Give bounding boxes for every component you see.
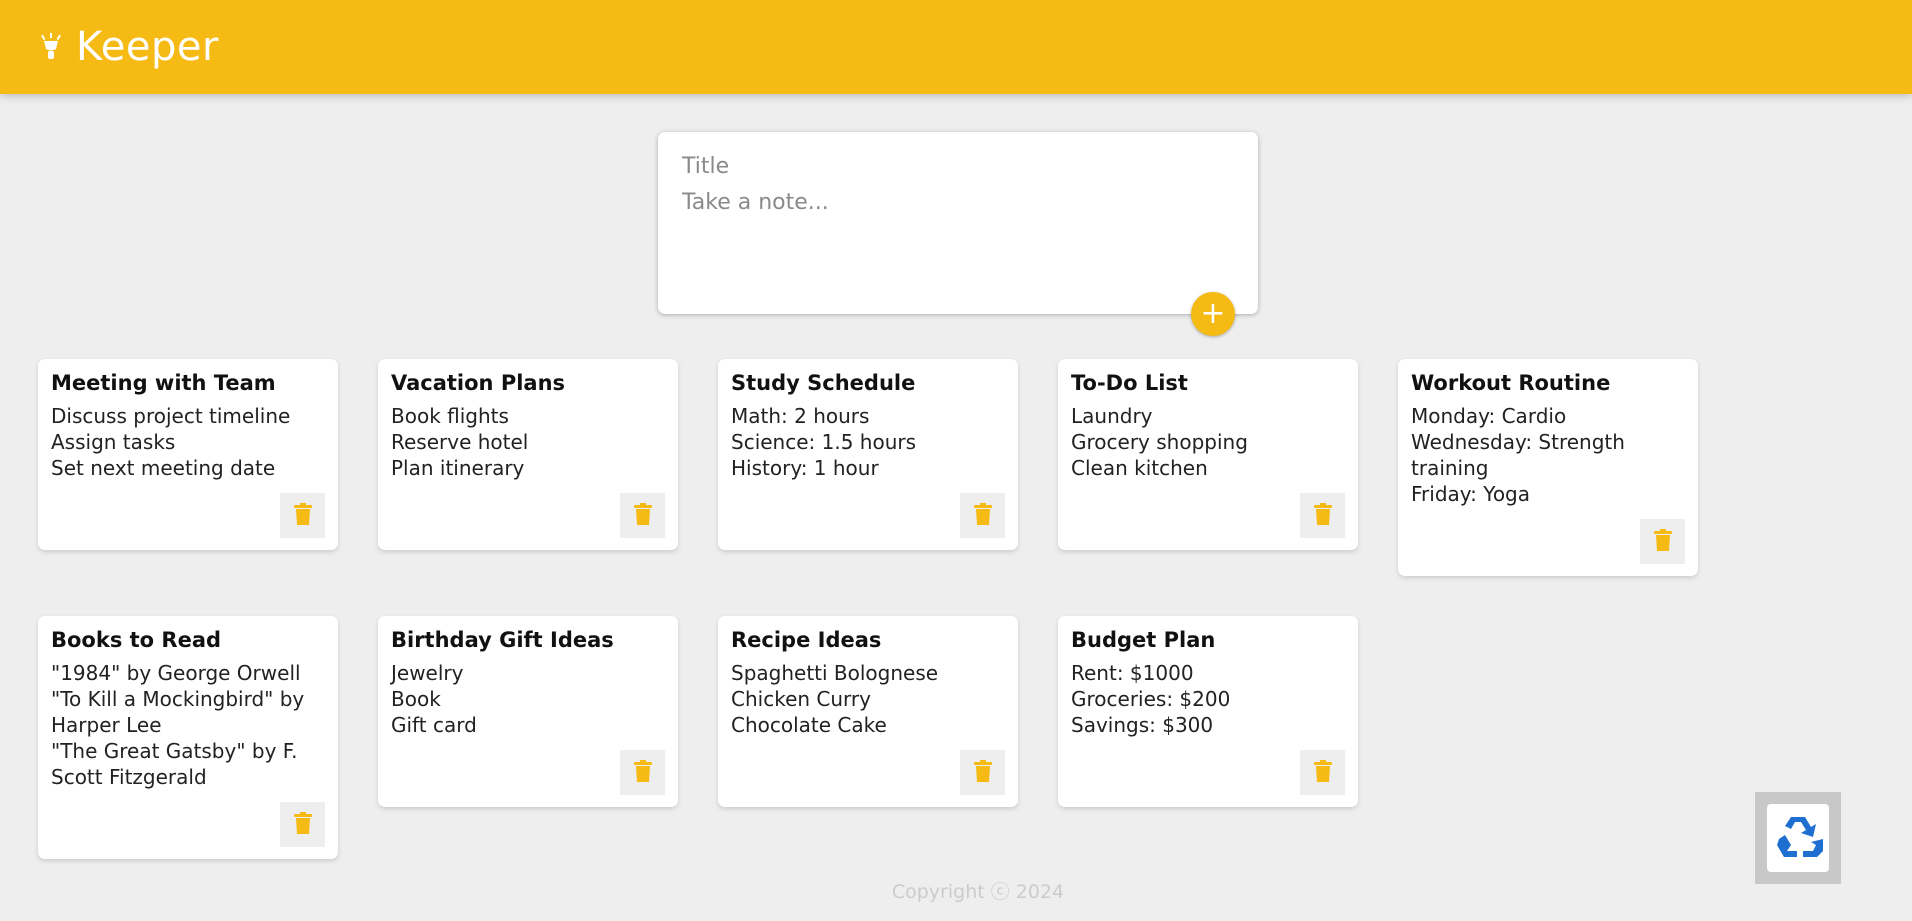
note-line: Jewelry (391, 661, 464, 685)
note-card: Study Schedule Math: 2 hours Science: 1.5 … (718, 359, 1018, 550)
trash-icon (1313, 760, 1332, 785)
note-title: To-Do List (1071, 371, 1188, 395)
note-card: Workout Routine Monday: Cardio Wednesday: … (1398, 359, 1698, 576)
note-line: "1984" by George Orwell (51, 661, 301, 685)
delete-note-button[interactable] (960, 493, 1005, 538)
delete-note-button[interactable] (1640, 519, 1685, 564)
note-title: Books to Read (51, 628, 222, 652)
note-card: Birthday Gift Ideas Jewelry Book Gift card (378, 616, 678, 807)
note-card: Meeting with Team Discuss project timelin… (38, 359, 338, 550)
note-line: Grocery shopping (1071, 430, 1248, 454)
recycle-icon-box[interactable] (1767, 804, 1829, 872)
recycle-icon (1777, 817, 1823, 857)
trash-icon (293, 812, 312, 837)
note-line: Groceries: $200 (1071, 687, 1231, 711)
note-card: Budget Plan Rent: $1000 Groceries: $200 Sav… (1058, 616, 1358, 807)
lightbulb-icon (40, 31, 64, 63)
delete-note-button[interactable] (960, 750, 1005, 795)
note-title: Budget Plan (1071, 628, 1216, 652)
note-line: Friday: Yoga (1411, 482, 1531, 506)
trash-icon (633, 760, 652, 785)
note-line: "The Great Gatsby" by F. Scott Fitzgeral… (51, 739, 298, 789)
note-line: Laundry (1071, 404, 1153, 428)
note-line: Reserve hotel (391, 430, 529, 454)
note-line: History: 1 hour (731, 456, 879, 480)
delete-note-button[interactable] (280, 802, 325, 847)
trash-icon (293, 503, 312, 528)
note-line: Clean kitchen (1071, 456, 1208, 480)
trash-icon (1313, 503, 1332, 528)
note-title: Vacation Plans (391, 371, 566, 395)
note-line: Gift card (391, 713, 477, 737)
note-title: Workout Routine (1411, 371, 1611, 395)
note-title: Birthday Gift Ideas (391, 628, 614, 652)
copyright-text: Copyright ⓒ 2024 (891, 881, 1065, 903)
note-line: Savings: $300 (1071, 713, 1214, 737)
trash-icon (1653, 529, 1672, 554)
note-line: Math: 2 hours (731, 404, 870, 428)
trash-icon (973, 760, 992, 785)
note-line: Book flights (391, 404, 509, 428)
note-card: Vacation Plans Book flights Reserve hotel P… (378, 359, 678, 550)
notes-grid: Meeting with Team Discuss project timelin… (38, 359, 1758, 859)
note-line: Set next meeting date (51, 456, 276, 480)
recycle-widget[interactable] (1755, 792, 1841, 884)
note-card: To-Do List Laundry Grocery shopping Clean k… (1058, 359, 1358, 550)
trash-icon (633, 503, 652, 528)
note-line: Rent: $1000 (1071, 661, 1194, 685)
create-note-form (658, 132, 1258, 314)
note-line: Assign tasks (51, 430, 176, 454)
note-content-input[interactable] (682, 190, 1234, 290)
add-note-button[interactable]: + (1191, 292, 1235, 336)
trash-icon (973, 503, 992, 528)
delete-note-button[interactable] (280, 493, 325, 538)
app-title: Keeper (76, 24, 219, 70)
delete-note-button[interactable] (1300, 493, 1345, 538)
note-line: Wednesday: Strength training (1411, 430, 1625, 480)
footer: Copyright ⓒ 2024 (0, 877, 1912, 904)
delete-note-button[interactable] (1300, 750, 1345, 795)
note-line: Chocolate Cake (731, 713, 887, 737)
note-line: Book (391, 687, 441, 711)
note-title: Meeting with Team (51, 371, 276, 395)
delete-note-button[interactable] (620, 750, 665, 795)
app-header: Keeper (0, 0, 1912, 94)
note-card: Recipe Ideas Spaghetti Bolognese Chicken C… (718, 616, 1018, 807)
note-line: Plan itinerary (391, 456, 525, 480)
note-line: Monday: Cardio (1411, 404, 1567, 428)
delete-note-button[interactable] (620, 493, 665, 538)
note-title-input[interactable] (682, 150, 1234, 182)
note-line: Discuss project timeline (51, 404, 291, 428)
note-line: Chicken Curry (731, 687, 871, 711)
note-title: Recipe Ideas (731, 628, 882, 652)
note-line: Spaghetti Bolognese (731, 661, 939, 685)
note-line: "To Kill a Mockingbird" by Harper Lee (51, 687, 305, 737)
note-title: Study Schedule (731, 371, 916, 395)
note-card: Books to Read "1984" by George Orwell "To … (38, 616, 338, 859)
note-line: Science: 1.5 hours (731, 430, 917, 454)
